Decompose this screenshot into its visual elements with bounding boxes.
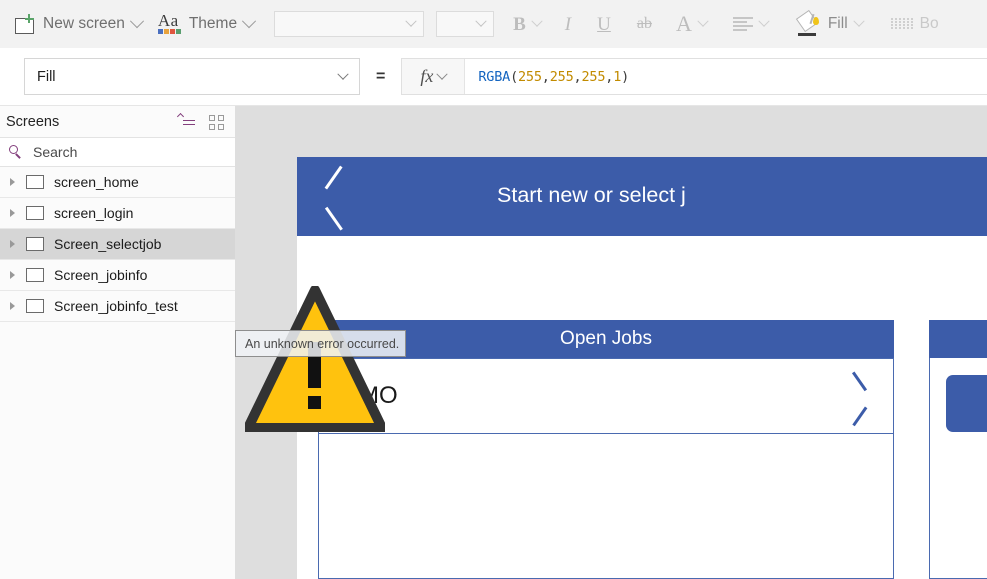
align-icon [732, 17, 753, 31]
error-tooltip: An unknown error occurred. [235, 330, 406, 357]
screen-icon [26, 237, 44, 251]
equals-sign: = [376, 67, 386, 85]
sidebar-item-screen-jobinfo-test[interactable]: Screen_jobinfo_test [0, 291, 235, 322]
formula-red: 255 [518, 68, 542, 85]
property-select[interactable]: Fill [24, 58, 360, 95]
underline-button[interactable]: U [590, 0, 618, 48]
chevron-down-icon [475, 15, 487, 27]
formula-input-wrap[interactable]: fx RGBA(255, 255, 255, 1) [401, 58, 987, 95]
theme-label: Theme [188, 15, 238, 32]
error-tooltip-text: An unknown error occurred. [245, 336, 400, 351]
screens-panel-header: Screens [0, 106, 235, 137]
expand-chevron-icon[interactable] [4, 271, 20, 279]
chevron-down-icon [337, 68, 349, 80]
gallery-row[interactable]: b MO [319, 359, 893, 434]
underline-label: U [597, 13, 611, 35]
formula-input[interactable]: RGBA(255, 255, 255, 1) [465, 59, 987, 94]
expand-chevron-icon[interactable] [4, 302, 20, 310]
open-jobs-gallery-title: Open Jobs [560, 328, 652, 349]
expand-chevron-icon[interactable] [4, 178, 20, 186]
formula-comma-1: , [541, 68, 550, 85]
italic-label: I [564, 13, 572, 35]
strikethrough-button[interactable]: ab [630, 0, 659, 48]
theme-icon: Aa [157, 11, 182, 36]
sidebar-item-screen-home[interactable]: screen_home [0, 167, 235, 198]
fill-button[interactable]: Fill [789, 0, 870, 48]
font-size-select[interactable] [436, 11, 495, 37]
expand-chevron-icon[interactable] [4, 240, 20, 248]
open-jobs-gallery[interactable]: Open Jobs b MO [318, 320, 894, 579]
formula-paren-open: ( [510, 68, 518, 85]
border-button[interactable]: Bo [884, 0, 946, 48]
border-label: Bo [919, 15, 939, 32]
chevron-down-icon [531, 15, 543, 27]
text-align-button[interactable] [726, 0, 775, 48]
border-icon [890, 17, 913, 31]
chevron-down-icon [436, 68, 449, 80]
fill-label: Fill [827, 15, 848, 32]
chevron-down-icon [697, 15, 709, 27]
theme-button[interactable]: Aa Theme [150, 0, 262, 48]
powerapps-studio-window: New screen Aa Theme B I U ab A Fill Bo F… [0, 0, 987, 579]
app-screen-canvas[interactable]: Start new or select j Open Jobs b MO [297, 157, 987, 579]
sidebar-item-label: Screen_selectjob [54, 236, 162, 252]
formula-green: 255 [549, 68, 574, 85]
screen-icon [26, 175, 44, 189]
sidebar-item-screen-jobinfo[interactable]: Screen_jobinfo [0, 260, 235, 291]
fx-button[interactable]: fx [402, 59, 466, 94]
new-screen-icon [14, 14, 36, 34]
chevron-down-icon [852, 15, 865, 27]
screens-panel-title: Screens [6, 113, 60, 130]
forward-chevron-icon[interactable] [849, 371, 871, 427]
search-icon [9, 144, 24, 160]
sidebar-item-screen-selectjob[interactable]: Screen_selectjob [0, 229, 235, 260]
screens-panel: Screens Search screen_home screen_login … [0, 106, 236, 579]
back-chevron-icon[interactable] [320, 165, 347, 231]
app-header-bar[interactable]: Start new or select j [297, 157, 987, 236]
fill-bucket-icon [795, 9, 822, 37]
screen-icon [26, 299, 44, 313]
warning-triangle-icon[interactable] [245, 286, 385, 432]
sidebar-item-label: Screen_jobinfo [54, 267, 148, 283]
property-select-value: Fill [37, 68, 56, 85]
chevron-down-icon [758, 15, 770, 27]
gallery-row[interactable] [319, 434, 893, 508]
search-placeholder: Search [33, 144, 78, 160]
italic-button[interactable]: I [558, 0, 578, 48]
sidebar-item-screen-login[interactable]: screen_login [0, 198, 235, 229]
font-color-button[interactable]: A [669, 0, 714, 48]
app-header-title: Start new or select j [497, 183, 686, 207]
strikethrough-label: ab [636, 15, 652, 32]
grid-view-icon[interactable] [209, 114, 225, 130]
bold-button[interactable]: B [506, 0, 548, 48]
sidebar-item-label: screen_login [54, 205, 134, 221]
fx-label: fx [420, 66, 434, 86]
new-screen-button[interactable]: New screen [0, 0, 150, 48]
screen-icon [26, 206, 44, 220]
new-screen-label: New screen [43, 15, 125, 32]
formula-comma-2: , [573, 68, 582, 85]
right-panel-header[interactable] [929, 320, 987, 358]
expand-chevron-icon[interactable] [4, 209, 20, 217]
screen-icon [26, 268, 44, 282]
formula-blue: 255 [581, 68, 606, 85]
formula-comma-3: , [605, 68, 614, 85]
chevron-down-icon [129, 14, 144, 29]
tree-view-icon[interactable] [176, 112, 195, 129]
open-jobs-gallery-body[interactable]: b MO [318, 358, 894, 579]
sidebar-item-label: screen_home [54, 174, 139, 190]
sidebar-item-label: Screen_jobinfo_test [54, 298, 178, 314]
formula-paren-close: ) [621, 68, 630, 85]
font-family-select[interactable] [274, 11, 425, 37]
bold-label: B [513, 13, 526, 35]
chevron-down-icon [242, 14, 257, 29]
chevron-down-icon [405, 15, 417, 27]
command-toolbar: New screen Aa Theme B I U ab A Fill Bo [0, 0, 987, 49]
search-input[interactable]: Search [0, 137, 235, 167]
right-panel-button[interactable] [946, 375, 987, 432]
formula-bar: Fill = fx RGBA(255, 255, 255, 1) [0, 48, 987, 106]
formula-function: RGBA [478, 68, 511, 85]
formula-alpha: 1 [613, 68, 622, 85]
font-color-label: A [675, 11, 692, 36]
